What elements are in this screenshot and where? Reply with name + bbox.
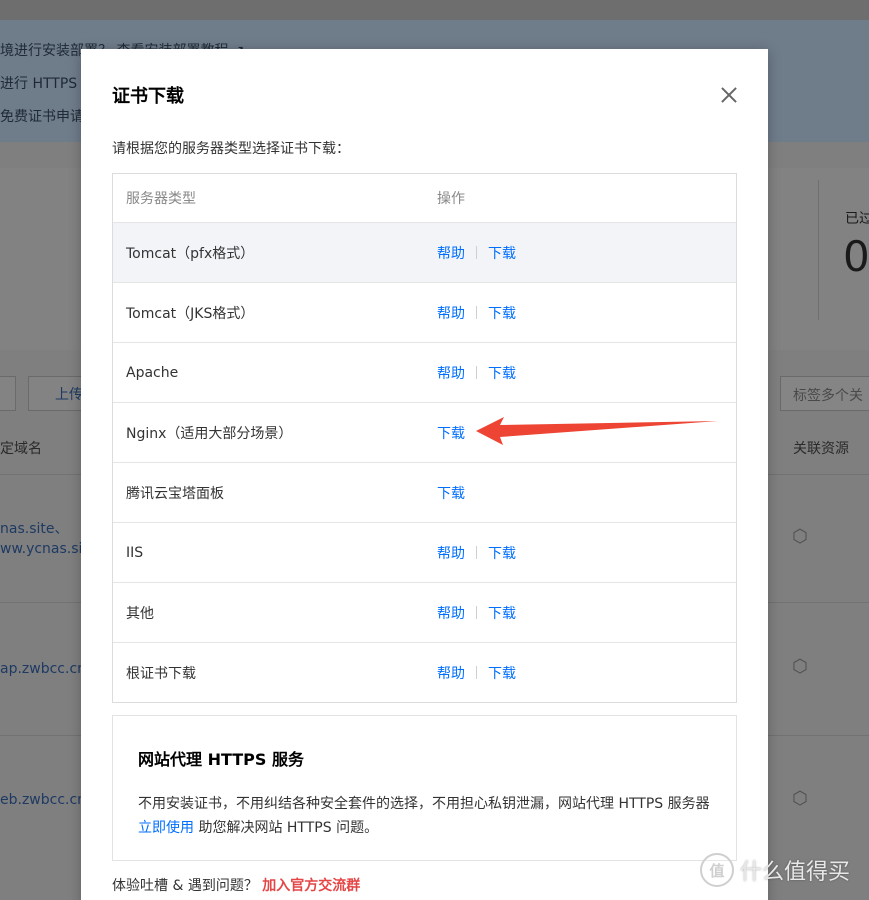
server-type-name: 根证书下载 [126,665,196,682]
server-type-name: Tomcat（JKS格式） [126,305,255,322]
certificate-download-dialog: 证书下载 请根据您的服务器类型选择证书下载： 服务器类型 操作 Tomcat（p… [81,49,768,900]
join-group-link[interactable]: 加入官方交流群 [262,878,360,894]
column-resource: 关联资源 [793,441,849,457]
help-link[interactable]: 帮助 [437,543,465,563]
download-link[interactable]: 下载 [488,543,516,563]
server-type-name: Apache [126,364,179,381]
table-row: 根证书下载 帮助 下载 [113,642,736,702]
feedback-footer: 体验吐槽 & 遇到问题？ 加入官方交流群 [112,875,360,895]
cube-icon[interactable]: ⬡ [792,526,812,547]
notice-line[interactable]: 免费证书申请 [0,106,84,126]
help-link[interactable]: 帮助 [437,303,465,323]
column-domain: 定域名 [0,441,42,457]
download-link[interactable]: 下载 [437,483,465,503]
promo-description: 不用安装证书，不用纠结各种安全套件的选择，不用担心私钥泄漏，网站代理 HTTPS… [138,792,718,840]
download-link[interactable]: 下载 [488,303,516,323]
server-type-name: IIS [126,544,144,561]
notice-line: 进行 HTTPS [0,76,78,92]
toolbar-button[interactable] [0,376,16,411]
watermark: 值 什么值得买 [700,850,850,890]
download-link[interactable]: 下载 [488,603,516,623]
download-link[interactable]: 下载 [488,663,516,683]
stat-label: 已过 [845,211,869,227]
help-link[interactable]: 帮助 [437,663,465,683]
stat-value: 0 [843,232,869,281]
row-actions: 帮助 下载 [437,243,516,263]
row-actions: 下载 [437,483,465,503]
cube-icon[interactable]: ⬡ [792,656,812,677]
domain-cell[interactable]: eb.zwbcc.cn [0,792,86,808]
row-actions: 下载 [437,423,465,443]
table-row: Tomcat（JKS格式） 帮助 下载 [113,282,736,342]
divider [476,366,477,379]
feedback-text: 体验吐槽 & 遇到问题？ [112,878,258,894]
table-row: IIS 帮助 下载 [113,522,736,582]
watermark-text: 什么值得买 [740,860,851,885]
table-row: Tomcat（pfx格式） 帮助 下载 [113,222,736,282]
https-proxy-promo: 网站代理 HTTPS 服务 不用安装证书，不用纠结各种安全套件的选择，不用担心私… [112,715,737,861]
tag-search-input[interactable]: 标签多个关 [780,376,869,411]
table-row: Nginx（适用大部分场景） 下载 [113,402,736,462]
promo-title: 网站代理 HTTPS 服务 [138,750,304,769]
watermark-logo: 值 [700,853,734,887]
download-link[interactable]: 下载 [488,363,516,383]
row-actions: 帮助 下载 [437,543,516,563]
server-type-name: Nginx（适用大部分场景） [126,425,293,442]
table-row: 其他 帮助 下载 [113,582,736,642]
row-actions: 帮助 下载 [437,303,516,323]
row-actions: 帮助 下载 [437,363,516,383]
row-actions: 帮助 下载 [437,663,516,683]
help-link[interactable]: 帮助 [437,363,465,383]
use-now-link[interactable]: 立即使用 [138,820,194,836]
promo-text-end: 助您解决网站 HTTPS 问题。 [198,820,379,836]
divider [476,246,477,259]
domain-cell[interactable]: ap.zwbcc.cn [0,661,86,677]
download-link[interactable]: 下载 [488,243,516,263]
server-type-name: Tomcat（pfx格式） [126,245,255,262]
server-type-name: 腾讯云宝塔面板 [126,485,224,502]
divider [476,546,477,559]
expired-stat: 已过 0 [818,180,869,320]
help-link[interactable]: 帮助 [437,603,465,623]
table-row: 腾讯云宝塔面板 下载 [113,462,736,522]
promo-text: 不用安装证书，不用纠结各种安全套件的选择，不用担心私钥泄漏，网站代理 HTTPS… [138,796,710,812]
top-bar [0,0,869,20]
row-actions: 帮助 下载 [437,603,516,623]
divider [476,306,477,319]
table-header: 服务器类型 操作 [113,174,736,222]
dialog-title: 证书下载 [112,86,184,107]
server-type-table: 服务器类型 操作 Tomcat（pfx格式） 帮助 下载 Tomcat（JKS格式… [112,173,737,703]
cube-icon[interactable]: ⬡ [792,788,812,809]
divider [476,606,477,619]
column-server-type: 服务器类型 [126,191,196,207]
dialog-intro: 请根据您的服务器类型选择证书下载： [112,141,350,157]
help-link[interactable]: 帮助 [437,243,465,263]
close-icon[interactable] [717,83,741,107]
column-action: 操作 [437,191,465,207]
server-type-name: 其他 [126,605,154,622]
divider [476,666,477,679]
download-link[interactable]: 下载 [437,423,465,443]
domain-cell[interactable]: nas.site、 [0,518,68,538]
table-row: Apache 帮助 下载 [113,342,736,402]
